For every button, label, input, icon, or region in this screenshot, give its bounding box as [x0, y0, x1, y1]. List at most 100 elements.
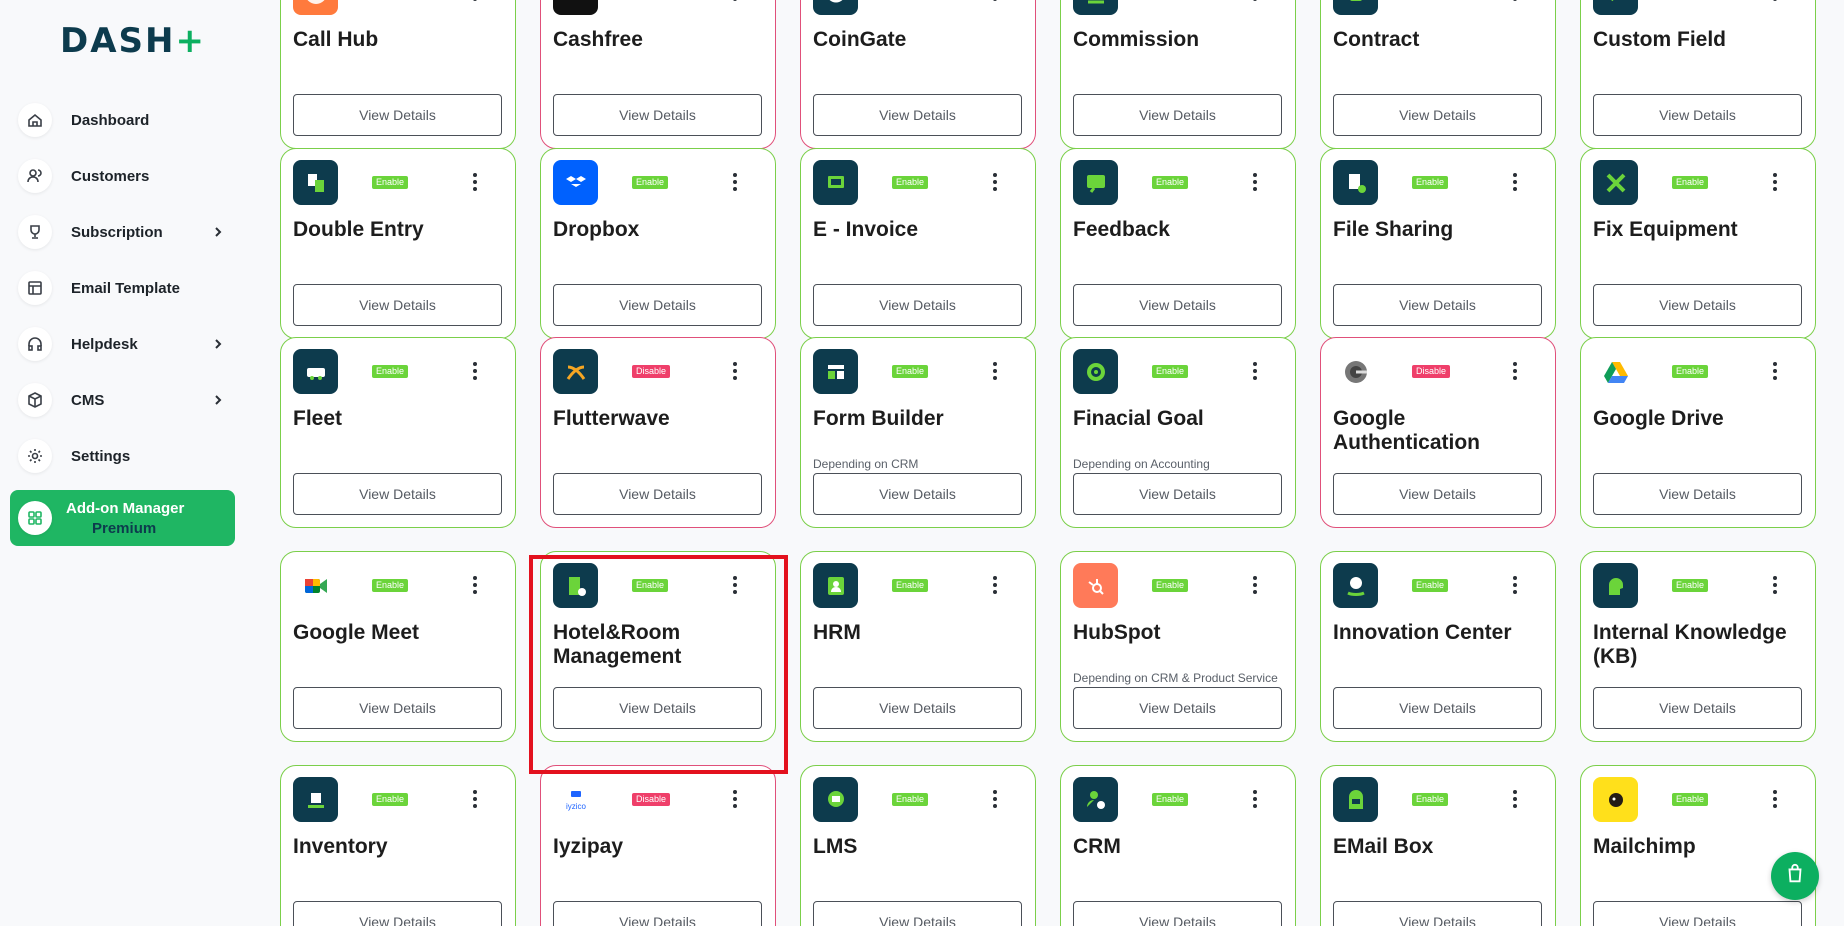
more-options-icon[interactable]: [1771, 362, 1779, 380]
sidebar-item-settings[interactable]: Settings: [10, 428, 236, 484]
status-badge[interactable]: Enable: [1672, 793, 1709, 806]
view-details-button[interactable]: View Details: [1073, 473, 1282, 515]
view-details-button[interactable]: View Details: [1593, 687, 1802, 729]
more-options-icon[interactable]: [991, 0, 999, 1]
status-badge[interactable]: Enable: [1672, 176, 1709, 189]
coingate-icon: [813, 0, 858, 15]
more-options-icon[interactable]: [1251, 173, 1259, 191]
brand-logo[interactable]: DASH +: [60, 21, 206, 61]
view-details-button[interactable]: View Details: [1073, 687, 1282, 729]
view-details-button[interactable]: View Details: [1073, 901, 1282, 926]
more-options-icon[interactable]: [991, 790, 999, 808]
more-options-icon[interactable]: [731, 362, 739, 380]
view-details-button[interactable]: View Details: [293, 94, 502, 136]
status-badge[interactable]: Enable: [372, 176, 409, 189]
sidebar-item-email-template[interactable]: Email Template: [10, 260, 236, 316]
status-badge[interactable]: Disable: [632, 365, 671, 378]
view-details-button[interactable]: View Details: [1333, 473, 1542, 515]
status-badge[interactable]: Enable: [1412, 579, 1449, 592]
view-details-button[interactable]: View Details: [293, 284, 502, 326]
more-options-icon[interactable]: [471, 576, 479, 594]
sidebar-item-subscription[interactable]: Subscription: [10, 204, 236, 260]
view-details-button[interactable]: View Details: [1333, 94, 1542, 136]
status-badge[interactable]: Enable: [372, 793, 409, 806]
more-options-icon[interactable]: [1511, 173, 1519, 191]
more-options-icon[interactable]: [731, 576, 739, 594]
more-options-icon[interactable]: [1511, 0, 1519, 1]
more-options-icon[interactable]: [1511, 790, 1519, 808]
status-badge[interactable]: Enable: [1152, 793, 1189, 806]
view-details-button[interactable]: View Details: [1073, 284, 1282, 326]
status-badge[interactable]: Enable: [1672, 579, 1709, 592]
sidebar-item-dashboard[interactable]: Dashboard: [10, 92, 236, 148]
status-badge[interactable]: Enable: [632, 579, 669, 592]
view-details-button[interactable]: View Details: [293, 901, 502, 926]
sidebar-item-customers[interactable]: Customers: [10, 148, 236, 204]
view-details-button[interactable]: View Details: [1593, 901, 1802, 926]
more-options-icon[interactable]: [991, 576, 999, 594]
view-details-button[interactable]: View Details: [813, 284, 1022, 326]
more-options-icon[interactable]: [471, 790, 479, 808]
more-options-icon[interactable]: [1251, 790, 1259, 808]
more-options-icon[interactable]: [471, 173, 479, 191]
status-badge[interactable]: Enable: [1412, 793, 1449, 806]
status-badge[interactable]: Enable: [1412, 176, 1449, 189]
status-badge[interactable]: Enable: [1672, 365, 1709, 378]
sidebar-item-addon-manager[interactable]: Add-on Manager Premium: [10, 490, 235, 546]
view-details-button[interactable]: View Details: [553, 473, 762, 515]
status-badge[interactable]: Enable: [892, 579, 929, 592]
more-options-icon[interactable]: [991, 362, 999, 380]
view-details-button[interactable]: View Details: [1333, 284, 1542, 326]
view-details-button[interactable]: View Details: [813, 687, 1022, 729]
view-details-button[interactable]: View Details: [293, 687, 502, 729]
more-options-icon[interactable]: [1251, 362, 1259, 380]
view-details-button[interactable]: View Details: [813, 901, 1022, 926]
view-details-button[interactable]: View Details: [553, 687, 762, 729]
status-badge[interactable]: Enable: [1152, 176, 1189, 189]
view-details-button[interactable]: View Details: [813, 94, 1022, 136]
status-badge[interactable]: Enable: [892, 176, 929, 189]
status-badge[interactable]: Enable: [1152, 365, 1189, 378]
more-options-icon[interactable]: [1251, 576, 1259, 594]
more-options-icon[interactable]: [1511, 362, 1519, 380]
view-details-button[interactable]: View Details: [1593, 94, 1802, 136]
addon-card: Enable EMail Box View Details: [1320, 765, 1556, 926]
status-badge[interactable]: Enable: [372, 579, 409, 592]
view-details-button[interactable]: View Details: [553, 284, 762, 326]
sidebar-item-helpdesk[interactable]: Helpdesk: [10, 316, 236, 372]
status-badge[interactable]: Enable: [1152, 579, 1189, 592]
cart-button[interactable]: [1771, 852, 1819, 900]
view-details-button[interactable]: View Details: [1593, 284, 1802, 326]
more-options-icon[interactable]: [731, 173, 739, 191]
addon-title: Mailchimp: [1593, 835, 1696, 858]
more-options-icon[interactable]: [731, 0, 739, 1]
status-badge[interactable]: Disable: [1412, 365, 1451, 378]
status-badge[interactable]: Enable: [892, 793, 929, 806]
view-details-button[interactable]: View Details: [1333, 901, 1542, 926]
more-options-icon[interactable]: [471, 0, 479, 1]
view-details-button[interactable]: View Details: [553, 901, 762, 926]
more-options-icon[interactable]: [471, 362, 479, 380]
more-options-icon[interactable]: [1251, 0, 1259, 1]
knowledge-icon: [1593, 563, 1638, 608]
view-details-button[interactable]: View Details: [1593, 473, 1802, 515]
more-options-icon[interactable]: [991, 173, 999, 191]
call-hub-icon: [293, 0, 338, 15]
view-details-button[interactable]: View Details: [553, 94, 762, 136]
more-options-icon[interactable]: [1771, 576, 1779, 594]
view-details-button[interactable]: View Details: [1073, 94, 1282, 136]
more-options-icon[interactable]: [731, 790, 739, 808]
sidebar-item-cms[interactable]: CMS: [10, 372, 236, 428]
status-badge[interactable]: Enable: [372, 365, 409, 378]
more-options-icon[interactable]: [1511, 576, 1519, 594]
chevron-right-icon: [210, 224, 226, 240]
more-options-icon[interactable]: [1771, 173, 1779, 191]
more-options-icon[interactable]: [1771, 0, 1779, 1]
more-options-icon[interactable]: [1771, 790, 1779, 808]
view-details-button[interactable]: View Details: [293, 473, 502, 515]
status-badge[interactable]: Disable: [632, 793, 671, 806]
view-details-button[interactable]: View Details: [1333, 687, 1542, 729]
status-badge[interactable]: Enable: [632, 176, 669, 189]
status-badge[interactable]: Enable: [892, 365, 929, 378]
view-details-button[interactable]: View Details: [813, 473, 1022, 515]
